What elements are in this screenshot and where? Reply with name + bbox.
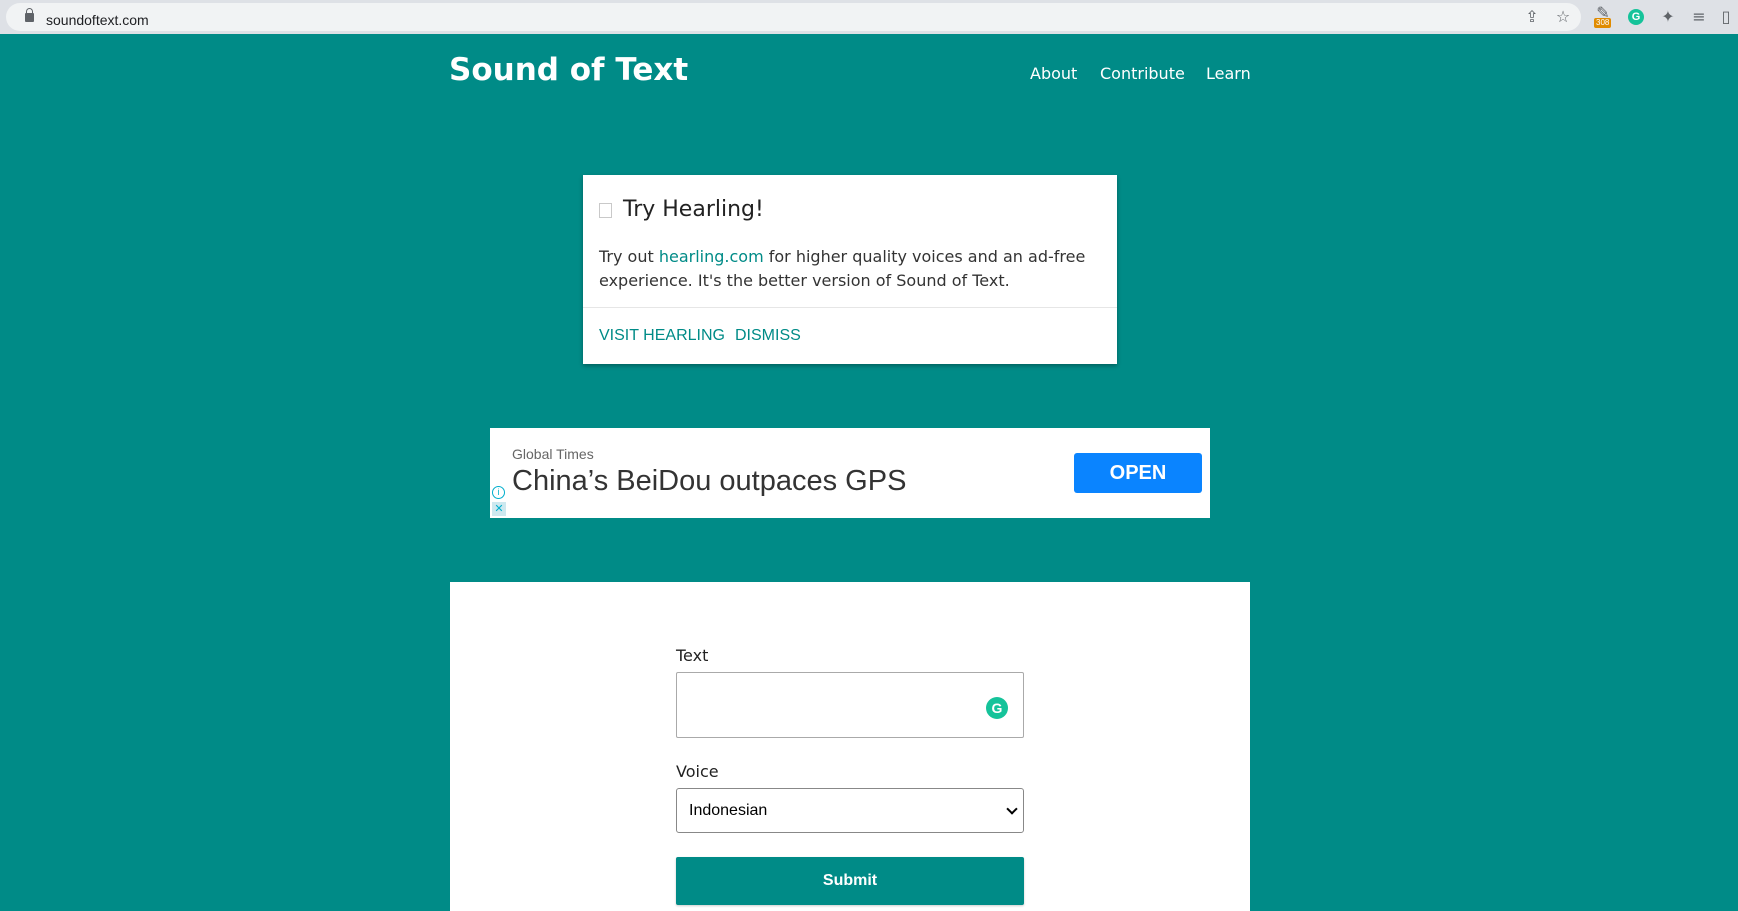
card-body-prefix: Try out [599, 247, 659, 266]
form-panel: Text G Voice Indonesian Submit [450, 582, 1250, 911]
card-title: Try Hearling! [623, 197, 764, 222]
text-input[interactable]: G [676, 672, 1024, 738]
text-label: Text [676, 646, 709, 665]
address-bar[interactable]: soundoftext.com [6, 3, 1581, 31]
card-body: Try out hearling.com for higher quality … [599, 245, 1099, 293]
grammarly-icon[interactable]: G [986, 697, 1008, 719]
hearling-link[interactable]: hearling.com [659, 247, 764, 266]
url-text[interactable]: soundoftext.com [46, 12, 149, 28]
reading-list-icon[interactable]: ≡ [1689, 7, 1709, 27]
ad-open-button[interactable]: OPEN [1074, 453, 1202, 493]
voice-label: Voice [676, 762, 719, 781]
submit-button[interactable]: Submit [676, 857, 1024, 905]
puzzle-icon[interactable]: ✦ [1658, 7, 1678, 27]
extension-badge: 308 [1594, 18, 1612, 28]
share-icon[interactable]: ⇪ [1522, 7, 1542, 27]
nav-contribute[interactable]: Contribute [1100, 64, 1185, 83]
ad-source: Global Times [512, 446, 594, 462]
grammarly-icon[interactable]: G [1628, 9, 1644, 25]
hearling-card: Try Hearling! Try out hearling.com for h… [583, 175, 1117, 364]
dismiss-button[interactable]: DISMISS [735, 327, 801, 345]
nav-about[interactable]: About [1030, 64, 1077, 83]
chevron-down-icon [1006, 803, 1018, 815]
card-divider [583, 307, 1117, 308]
voice-selected-value: Indonesian [689, 802, 768, 819]
site-title[interactable]: Sound of Text [449, 52, 688, 88]
voice-select[interactable]: Indonesian [676, 788, 1024, 833]
visit-hearling-button[interactable]: VISIT HEARLING [599, 327, 725, 345]
side-panel-icon[interactable]: ▯ [1716, 7, 1736, 27]
card-placeholder-icon [599, 203, 612, 218]
ad-close-icon[interactable]: ✕ [492, 502, 506, 516]
nav-learn[interactable]: Learn [1206, 64, 1251, 83]
ad-info-icon[interactable]: i [492, 486, 505, 499]
ad-headline[interactable]: China’s BeiDou outpaces GPS [512, 465, 906, 498]
ad-banner[interactable]: Global Times China’s BeiDou outpaces GPS… [490, 428, 1210, 518]
star-icon[interactable]: ☆ [1553, 7, 1573, 27]
browser-toolbar: soundoftext.com ⇪ ☆ ✎ 308 G ✦ ≡ ▯ [0, 0, 1738, 34]
lock-icon[interactable] [25, 8, 34, 22]
